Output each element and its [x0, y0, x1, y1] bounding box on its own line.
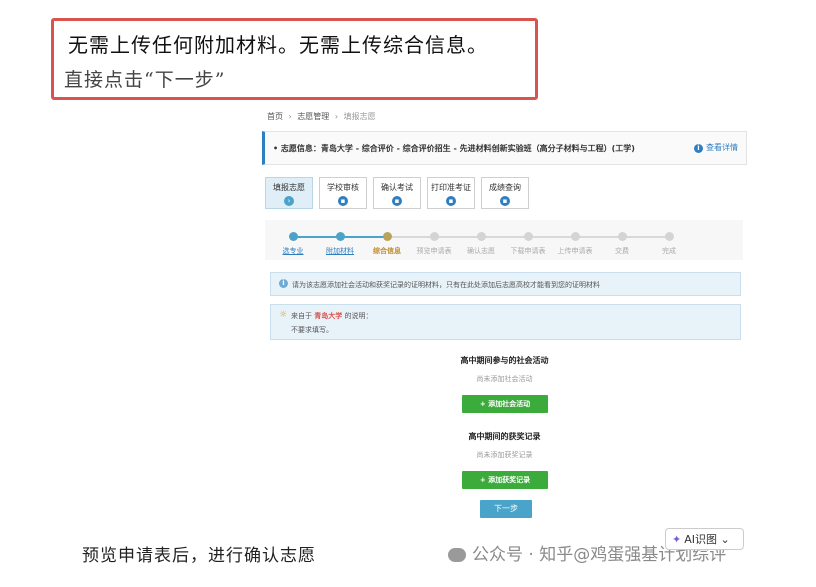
- info-icon: i: [694, 144, 703, 153]
- breadcrumb: 首页 › 志愿管理 › 填报志愿: [267, 111, 376, 122]
- step-dot: [570, 232, 580, 241]
- add-activity-button[interactable]: + 添加社会活动: [462, 395, 548, 413]
- awards-empty: 尚未添加获奖记录: [476, 451, 533, 459]
- step-dot: [523, 232, 533, 241]
- tab-fill-volunteer[interactable]: 填报志愿 ›: [265, 177, 313, 209]
- ai-recognize-button[interactable]: ✦ AI识图 ⌄: [665, 528, 744, 550]
- step-finish: 完成: [644, 220, 694, 256]
- step-comprehensive-info: 综合信息: [362, 220, 412, 256]
- activities-empty: 尚未添加社会活动: [476, 375, 533, 383]
- chevron-right-icon: ›: [288, 112, 292, 121]
- volunteer-info-text: • 志愿信息：青岛大学 - 综合评价 - 综合评价招生 - 先进材料创新实验班（…: [273, 144, 635, 153]
- view-details-link[interactable]: i 查看详情: [694, 142, 738, 153]
- step-confirm: 确认志愿: [456, 220, 506, 256]
- progress-steps: 选专业 附加材料 综合信息 预览申请表 确认志愿 下载申请表 上传申请表 交费 …: [265, 220, 743, 260]
- step-preview: 预览申请表: [409, 220, 459, 256]
- breadcrumb-current: 填报志愿: [343, 112, 376, 121]
- step-dot: [335, 232, 345, 241]
- add-award-button[interactable]: + 添加获奖记录: [462, 471, 548, 489]
- chevron-right-icon: ›: [334, 112, 339, 121]
- volunteer-info-bar: • 志愿信息：青岛大学 - 综合评价 - 综合评价招生 - 先进材料创新实验班（…: [262, 131, 747, 165]
- school-note: ☼ 来自于 青岛大学 的说明： 不要求填写。: [270, 304, 741, 340]
- annotation-line-1: 无需上传任何附加材料。无需上传综合信息。: [68, 33, 488, 57]
- activities-title: 高中期间参与的社会活动: [460, 356, 549, 365]
- step-dot: [664, 232, 674, 241]
- tab-print-admission[interactable]: 打印准考证 ▪: [427, 177, 475, 209]
- chevron-down-icon: ⌄: [720, 533, 730, 546]
- school-name: 青岛大学: [314, 312, 343, 320]
- calendar-icon: ▪: [500, 196, 510, 206]
- step-upload: 上传申请表: [550, 220, 600, 256]
- awards-title: 高中期间的获奖记录: [468, 432, 541, 441]
- tab-score-query[interactable]: 成绩查询 ▪: [481, 177, 529, 209]
- annotation-line-2: 直接点击“下一步”: [64, 69, 226, 91]
- calendar-icon: ▪: [392, 196, 402, 206]
- lightbulb-icon: ☼: [279, 310, 288, 320]
- caption: 预览申请表后，进行确认志愿: [82, 546, 316, 566]
- tab-confirm-exam[interactable]: 确认考试 ▪: [373, 177, 421, 209]
- step-choose-major[interactable]: 选专业: [268, 220, 318, 256]
- breadcrumb-volunteer-mgmt[interactable]: 志愿管理: [297, 112, 329, 121]
- step-dot: [617, 232, 627, 241]
- step-payment: 交费: [597, 220, 647, 256]
- step-dot: [429, 232, 439, 241]
- step-attachments[interactable]: 附加材料: [315, 220, 365, 256]
- application-page: 首页 › 志愿管理 › 填报志愿 • 志愿信息：青岛大学 - 综合评价 - 综合…: [262, 105, 747, 523]
- calendar-icon: ▪: [338, 196, 348, 206]
- step-dot: [476, 232, 486, 241]
- step-dot: [288, 232, 298, 241]
- arrow-right-icon: ›: [284, 196, 294, 206]
- wechat-icon: [448, 548, 466, 562]
- notice-banner: i 请为该志愿添加社会活动和获奖记录的证明材料，只有在此处添加后志愿高校才能看到…: [270, 272, 741, 296]
- breadcrumb-home[interactable]: 首页: [267, 112, 283, 121]
- annotation-box: 无需上传任何附加材料。无需上传综合信息。 直接点击“下一步”: [51, 18, 538, 100]
- sparkle-icon: ✦: [672, 533, 682, 546]
- step-download: 下载申请表: [503, 220, 553, 256]
- calendar-icon: ▪: [446, 196, 456, 206]
- info-icon: i: [279, 279, 288, 288]
- next-step-button[interactable]: 下一步: [480, 500, 532, 518]
- school-note-body: 不要求填写。: [291, 326, 333, 334]
- step-dot: [382, 232, 392, 241]
- tab-school-review[interactable]: 学校审核 ▪: [319, 177, 367, 209]
